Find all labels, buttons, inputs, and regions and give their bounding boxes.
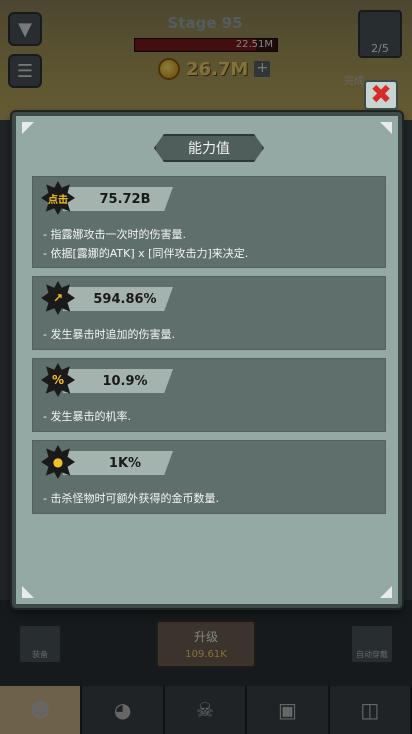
stat-value: 75.72B bbox=[99, 191, 151, 207]
stat-description-line: - 发生暴击的机率. bbox=[43, 410, 131, 423]
modal-title-plate: 能力值 bbox=[154, 134, 264, 162]
crit-damage-glyph: ↗ bbox=[52, 291, 64, 305]
stat-card-gold-bonus: 1K% ● - 击杀怪物时可额外获得的金币数量. bbox=[32, 440, 386, 514]
corner-decoration bbox=[22, 122, 34, 134]
stat-description-line: - 击杀怪物时可额外获得的金币数量. bbox=[43, 492, 219, 505]
stats-modal: 能力值 75.72B 点击 - 指露娜攻击一次时的伤害量. - 依据[露娜的AT… bbox=[12, 112, 402, 608]
stat-card-crit-damage: 594.86% ↗ - 发生暴击时追加的伤害量. bbox=[32, 276, 386, 350]
click-burst-label-wrap: 点击 bbox=[41, 181, 75, 215]
stat-description: - 击杀怪物时可额外获得的金币数量. bbox=[43, 489, 219, 508]
close-button[interactable]: ✖ bbox=[364, 80, 398, 110]
crit-chance-glyph: % bbox=[51, 373, 65, 387]
click-burst-label: 点击 bbox=[48, 194, 68, 206]
stat-value-badge: 594.86% bbox=[63, 287, 173, 311]
stat-description-line: - 依据[露娜的ATK] x [同伴攻击力]来决定. bbox=[43, 247, 249, 260]
gold-bonus-glyph: ● bbox=[52, 455, 64, 469]
stat-description: - 发生暴击的机率. bbox=[43, 407, 131, 426]
stat-value: 10.9% bbox=[102, 373, 148, 389]
corner-decoration bbox=[22, 586, 34, 598]
stat-description: - 发生暴击时追加的伤害量. bbox=[43, 325, 175, 344]
corner-decoration bbox=[380, 586, 392, 598]
stat-description: - 指露娜攻击一次时的伤害量. - 依据[露娜的ATK] x [同伴攻击力]来决… bbox=[43, 225, 248, 263]
stat-card-attack: 75.72B 点击 - 指露娜攻击一次时的伤害量. - 依据[露娜的ATK] x… bbox=[32, 176, 386, 268]
stat-description-line: - 指露娜攻击一次时的伤害量. bbox=[43, 228, 186, 241]
stat-value: 1K% bbox=[108, 455, 142, 471]
stat-value-badge: 10.9% bbox=[63, 369, 173, 393]
stat-card-crit-chance: 10.9% % - 发生暴击的机率. bbox=[32, 358, 386, 432]
stat-value-badge: 75.72B bbox=[63, 187, 173, 211]
modal-title: 能力值 bbox=[188, 141, 230, 157]
stat-value: 594.86% bbox=[93, 291, 157, 307]
stat-value-badge: 1K% bbox=[63, 451, 173, 475]
stat-description-line: - 发生暴击时追加的伤害量. bbox=[43, 328, 175, 341]
close-icon: ✖ bbox=[370, 80, 392, 110]
corner-decoration bbox=[380, 122, 392, 134]
